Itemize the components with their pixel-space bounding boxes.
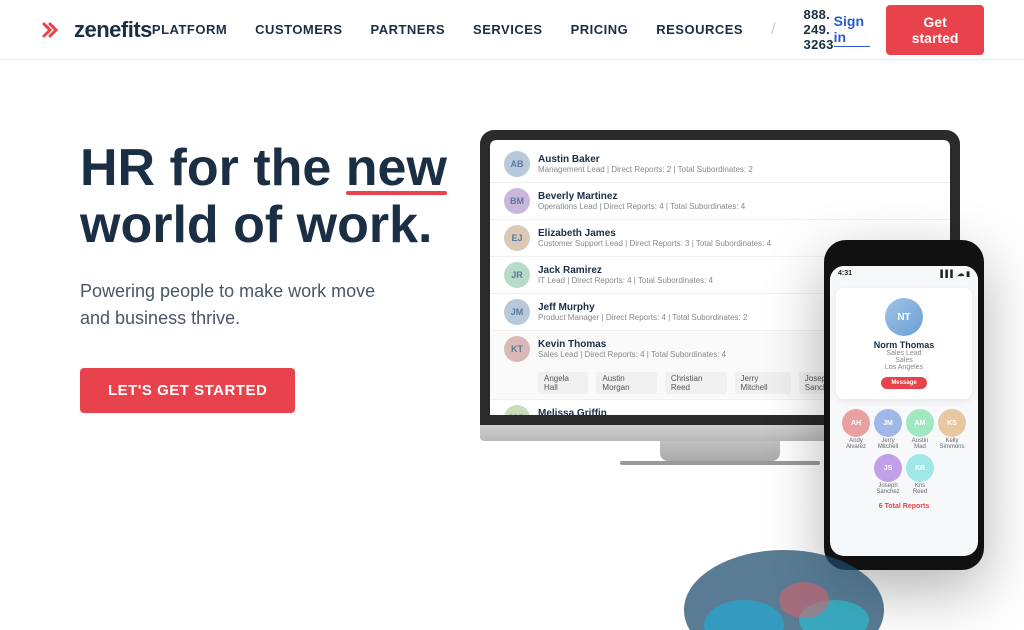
report-item: AM AustinMad: [906, 409, 934, 450]
cta-button[interactable]: Let's Get Started: [80, 368, 295, 413]
report-item: KS KellySimmons: [938, 409, 966, 450]
report-name: AndyAlvarez: [846, 438, 866, 450]
employee-name: Elizabeth James: [538, 228, 936, 239]
profile-card: NT Norm Thomas Sales Lead Sales Los Ange…: [836, 288, 972, 399]
employee-title: Management Lead | Direct Reports: 2 | To…: [538, 165, 936, 174]
reports-grid: AH AndyAlvarez JM JerryMitchell AM Austi…: [836, 405, 972, 499]
logo[interactable]: zenefits: [40, 16, 152, 44]
header-actions: Sign in Get started: [834, 5, 984, 55]
report-item: KR KrisReed: [906, 454, 934, 495]
avatar: JR: [504, 262, 530, 288]
profile-name: Norm Thomas: [846, 340, 962, 350]
avatar: KT: [504, 336, 530, 362]
report-name: JerryMitchell: [878, 438, 898, 450]
nav-services[interactable]: SERVICES: [473, 22, 543, 37]
report-name: AustinMad: [912, 438, 929, 450]
nav-partners[interactable]: PARTNERS: [371, 22, 446, 37]
table-row: BM Beverly Martinez Operations Lead | Di…: [490, 183, 950, 220]
profile-location: Los Angeles: [846, 364, 962, 371]
profile-role: Sales Lead: [846, 350, 962, 357]
mini-avatar: AM: [906, 409, 934, 437]
table-row: AB Austin Baker Management Lead | Direct…: [490, 146, 950, 183]
main-nav: PLATFORM CUSTOMERS PARTNERS SERVICES PRI…: [152, 7, 834, 52]
phone-screen: 4:31 ▌▌▌ ☁ ▮ NT Norm Thomas Sales Lead S…: [830, 266, 978, 556]
hero-subtitle: Powering people to make work move and bu…: [80, 278, 380, 332]
logo-text: zenefits: [74, 17, 152, 43]
map-decoration: [684, 530, 884, 630]
total-reports-label: 6 Total Reports: [836, 503, 972, 510]
avatar: EJ: [504, 225, 530, 251]
sub-item: Jerry Mitchell: [735, 372, 791, 394]
hero-section: HR for the newworld of work. Powering pe…: [0, 60, 1024, 630]
report-name: KellySimmons: [939, 438, 964, 450]
laptop-stand: [660, 441, 780, 461]
mini-avatar: JM: [874, 409, 902, 437]
mini-avatar: AH: [842, 409, 870, 437]
report-name: KrisReed: [913, 483, 927, 495]
employee-name: Austin Baker: [538, 154, 936, 165]
sub-item: Austin Morgan: [596, 372, 656, 394]
profile-dept: Sales: [846, 357, 962, 364]
profile-avatar: NT: [885, 298, 923, 336]
nav-platform[interactable]: PLATFORM: [152, 22, 227, 37]
mini-avatar: JS: [874, 454, 902, 482]
hero-headline: HR for the newworld of work.: [80, 140, 460, 254]
avatar: BM: [504, 188, 530, 214]
nav-divider: /: [771, 21, 775, 39]
hero-left: HR for the newworld of work. Powering pe…: [80, 120, 460, 413]
sign-in-link[interactable]: Sign in: [834, 13, 871, 47]
laptop-foot: [620, 461, 820, 465]
phone-status-bar: 4:31 ▌▌▌ ☁ ▮: [830, 266, 978, 282]
mini-avatar: KS: [938, 409, 966, 437]
avatar: JM: [504, 299, 530, 325]
employee-title: Operations Lead | Direct Reports: 4 | To…: [538, 202, 936, 211]
logo-icon: [40, 16, 68, 44]
phone-content: NT Norm Thomas Sales Lead Sales Los Ange…: [830, 282, 978, 516]
get-started-header-button[interactable]: Get started: [886, 5, 984, 55]
employee-info: Beverly Martinez Operations Lead | Direc…: [538, 191, 936, 211]
nav-resources[interactable]: RESOURCES: [656, 22, 743, 37]
message-button[interactable]: Message: [881, 377, 926, 389]
report-name: JosephSanchez: [876, 483, 899, 495]
header: zenefits PLATFORM CUSTOMERS PARTNERS SER…: [0, 0, 1024, 60]
phone-notch: [874, 240, 934, 258]
nav-pricing[interactable]: PRICING: [571, 22, 629, 37]
avatar: AB: [504, 151, 530, 177]
phone-signal: ▌▌▌ ☁ ▮: [940, 270, 970, 278]
sub-item: Angela Hall: [538, 372, 588, 394]
report-item: JM JerryMitchell: [874, 409, 902, 450]
mini-avatar: KR: [906, 454, 934, 482]
employee-info: Austin Baker Management Lead | Direct Re…: [538, 154, 936, 174]
hero-devices: AB Austin Baker Management Lead | Direct…: [480, 120, 984, 630]
headline-new-word: new: [346, 140, 447, 197]
sub-item: Christian Reed: [665, 372, 727, 394]
employee-name: Beverly Martinez: [538, 191, 936, 202]
report-item: AH AndyAlvarez: [842, 409, 870, 450]
phone-number: 888. 249. 3263: [804, 7, 834, 52]
phone-device: 4:31 ▌▌▌ ☁ ▮ NT Norm Thomas Sales Lead S…: [824, 240, 984, 570]
nav-customers[interactable]: CUSTOMERS: [255, 22, 342, 37]
phone-time: 4:31: [838, 270, 852, 278]
avatar: MG: [504, 405, 530, 415]
report-item: JS JosephSanchez: [874, 454, 902, 495]
